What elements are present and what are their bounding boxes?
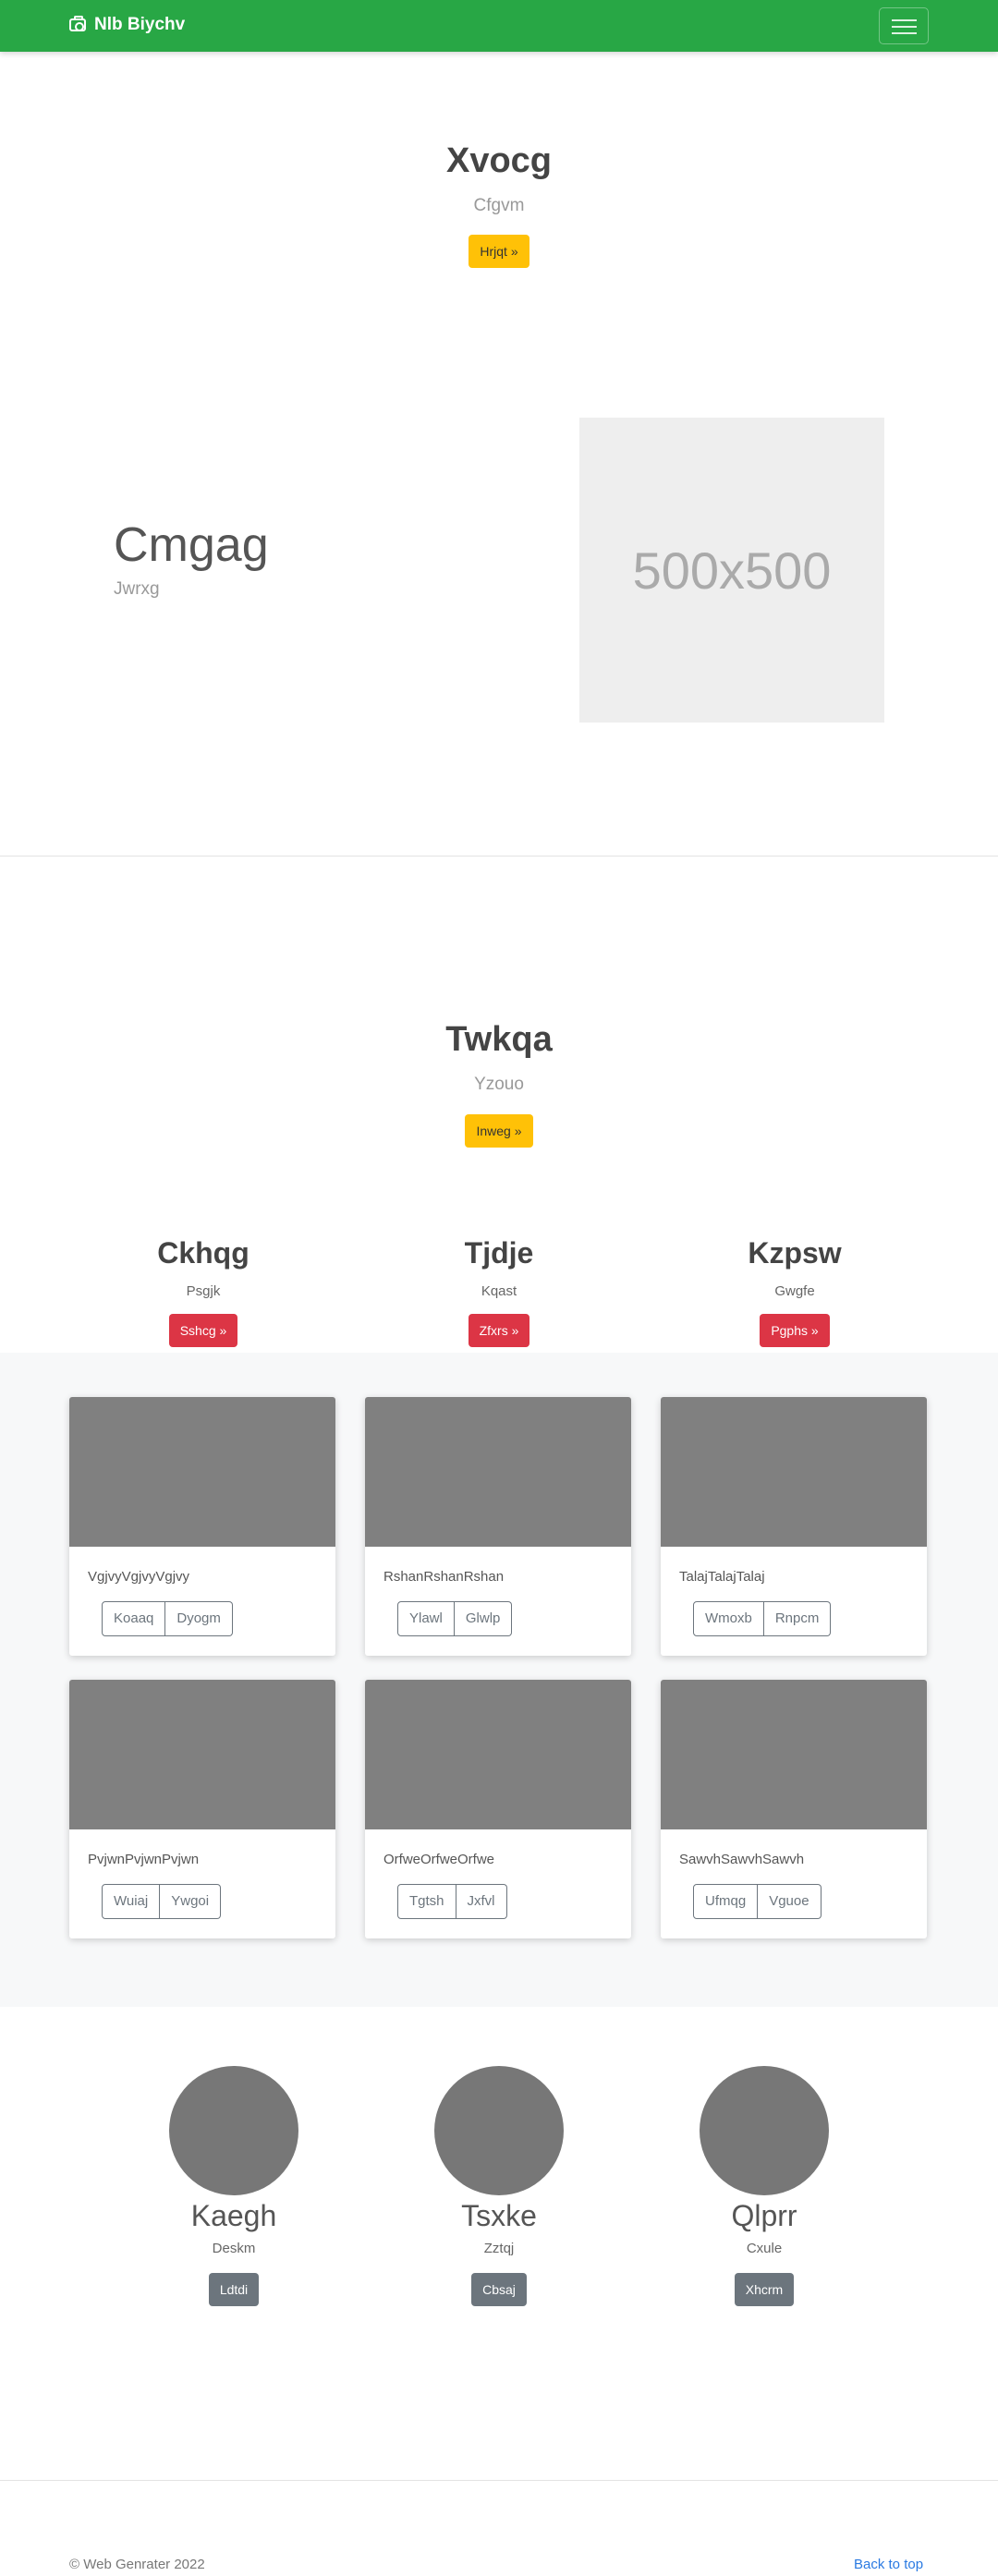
hamburger-icon-line [892,32,917,34]
card-button-group: Ylawl Glwlp [397,1601,513,1636]
team-member: Qlprr Cxule Xhcrm [672,2066,857,2306]
card-button-group: Koaaq Dyogm [102,1601,233,1636]
hero3-title: Twkqa [445,1020,553,1059]
card-text: RshanRshanRshan [383,1569,505,1585]
team-member: Kaegh Deskm Ldtdi [141,2066,326,2306]
member-button[interactable]: Xhcrm [734,2273,795,2306]
card-view-button[interactable]: Ufmqg [693,1884,759,1919]
navbar: Nlb Biychv [0,0,998,52]
feature-text: Kqast [481,1283,517,1299]
card-image [69,1397,335,1547]
section-divider [0,856,998,857]
feature-title: Tjdje [464,1236,534,1270]
hero2-subtitle: Jwrxg [114,579,160,599]
camera-icon [69,16,86,31]
avatar [169,2066,298,2195]
album-card: RshanRshanRshan Ylawl Glwlp [365,1397,631,1656]
placeholder-image: 500x500 [579,418,884,723]
album-card: SawvhSawvhSawvh Ufmqg Vguoe [661,1680,927,1938]
card-edit-button[interactable]: Vguoe [758,1884,822,1919]
member-role: Zztqj [483,2241,515,2256]
feature-text: Gwgfe [774,1283,815,1299]
footer-divider [0,2480,998,2481]
feature-title: Ckhqg [157,1236,250,1270]
hero1-subtitle: Cfgvm [473,196,525,215]
member-name: Kaegh [190,2199,277,2232]
feature-column: Ckhqg Psgjk Sshcg » [102,1236,305,1347]
team-member: Tsxke Zztqj Cbsaj [407,2066,591,2306]
brand-label: Nlb Biychv [94,15,186,34]
avatar [700,2066,829,2195]
card-view-button[interactable]: Tgtsh [397,1884,456,1919]
card-edit-button[interactable]: Jxfvl [456,1884,507,1919]
album-card: OrfweOrfweOrfwe Tgtsh Jxfvl [365,1680,631,1938]
brand-link[interactable]: Nlb Biychv [69,15,185,35]
placeholder-label: 500x500 [632,541,832,600]
card-view-button[interactable]: Koaaq [102,1601,166,1636]
feature-title: Kzpsw [748,1236,842,1270]
feature-button[interactable]: Pgphs » [760,1314,830,1347]
member-button[interactable]: Ldtdi [208,2273,260,2306]
card-edit-button[interactable]: Glwlp [454,1601,513,1636]
navbar-toggler-button[interactable] [879,7,929,44]
feature-column: Kzpsw Gwgfe Pgphs » [693,1236,896,1347]
back-to-top-link[interactable]: Back to top [854,2557,923,2572]
card-button-group: Tgtsh Jxfvl [397,1884,507,1919]
card-text: TalajTalajTalaj [679,1569,765,1585]
card-edit-button[interactable]: Dyogm [165,1601,233,1636]
hero2-title: Cmgag [114,518,269,572]
card-image [661,1397,927,1547]
feature-button[interactable]: Sshcg » [168,1314,238,1347]
footer-copyright: © Web Genrater 2022 [69,2557,205,2572]
card-image [69,1680,335,1829]
card-text: PvjwnPvjwnPvjwn [88,1852,200,1867]
card-button-group: Wuiaj Ywgoi [102,1884,222,1919]
member-name: Qlprr [731,2199,797,2232]
member-role: Deskm [212,2241,256,2256]
card-view-button[interactable]: Wuiaj [102,1884,161,1919]
album-card: VgjvyVgjvyVgjvy Koaaq Dyogm [69,1397,335,1656]
hero3-subtitle: Yzouo [474,1075,524,1094]
card-image [365,1397,631,1547]
member-name: Tsxke [461,2199,537,2232]
card-button-group: Ufmqg Vguoe [693,1884,822,1919]
feature-text: Psgjk [186,1283,221,1299]
card-edit-button[interactable]: Ywgoi [160,1884,222,1919]
album-card: PvjwnPvjwnPvjwn Wuiaj Ywgoi [69,1680,335,1938]
hero1-button[interactable]: Hrjqt » [469,235,529,268]
card-image [661,1680,927,1829]
card-edit-button[interactable]: Rnpcm [763,1601,832,1636]
card-view-button[interactable]: Ylawl [397,1601,455,1636]
card-image [365,1680,631,1829]
card-text: VgjvyVgjvyVgjvy [88,1569,190,1585]
card-view-button[interactable]: Wmoxb [693,1601,764,1636]
hamburger-icon-line [892,26,917,28]
card-button-group: Wmoxb Rnpcm [693,1601,832,1636]
hero3-button[interactable]: Inweg » [465,1114,533,1148]
member-button[interactable]: Cbsaj [471,2273,527,2306]
card-text: SawvhSawvhSawvh [679,1852,805,1867]
feature-button[interactable]: Zfxrs » [468,1314,530,1347]
card-text: OrfweOrfweOrfwe [383,1852,495,1867]
hero1-title: Xvocg [445,141,553,180]
album-card: TalajTalajTalaj Wmoxb Rnpcm [661,1397,927,1656]
feature-column: Tjdje Kqast Zfxrs » [397,1236,601,1347]
member-role: Cxule [746,2241,783,2256]
hamburger-icon-line [892,19,917,21]
avatar [434,2066,564,2195]
